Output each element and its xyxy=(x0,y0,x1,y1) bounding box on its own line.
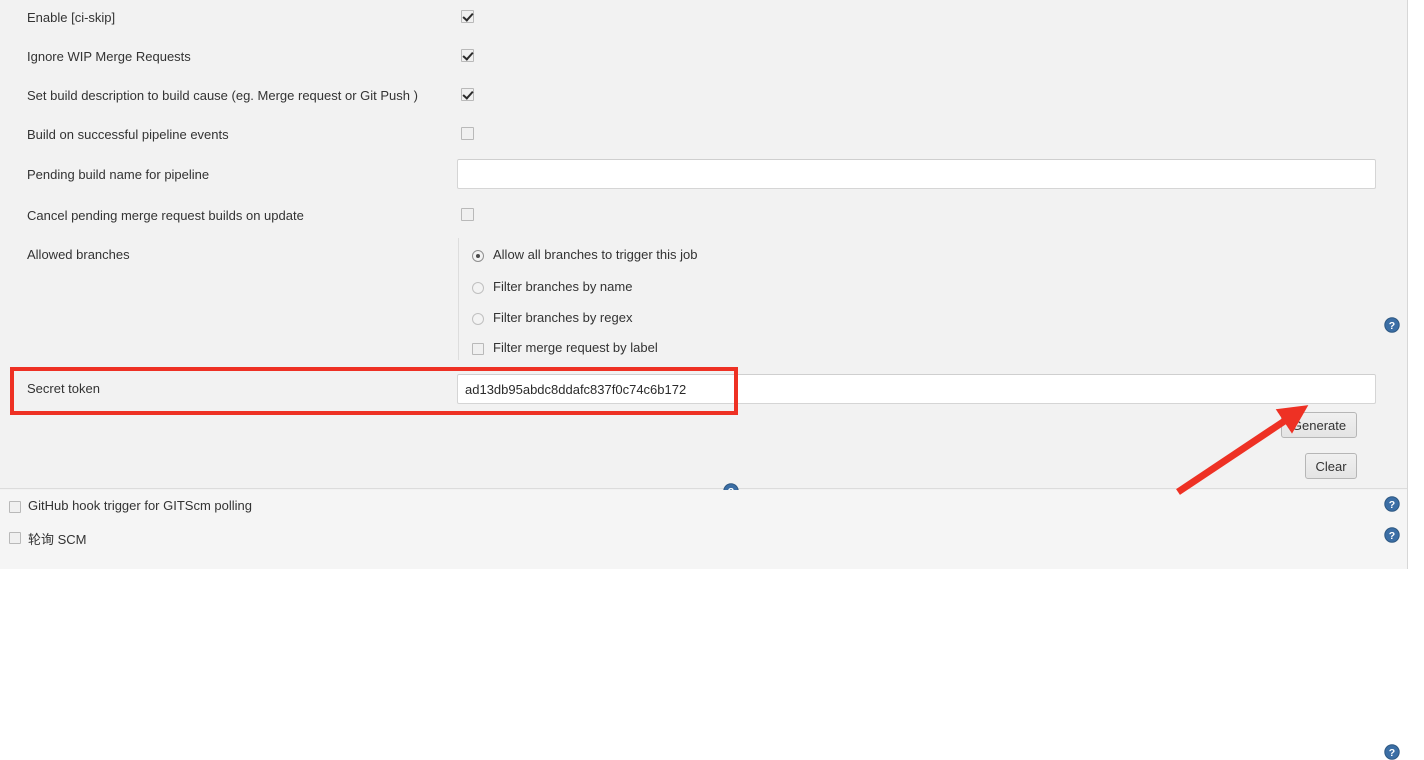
radio-button-icon-filter-regex[interactable] xyxy=(472,313,484,325)
checkbox-build-on-pipeline-events[interactable] xyxy=(461,127,474,140)
label-github-hook-trigger: GitHub hook trigger for GITScm polling xyxy=(28,498,252,513)
trigger-row-poll-scm: 轮询 SCM ? xyxy=(0,527,1407,560)
gitlab-trigger-section: Enable [ci-skip] Ignore WIP Merge Reques… xyxy=(0,0,1407,760)
checkbox-icon-filter-mr-label[interactable] xyxy=(472,343,484,355)
label-build-on-pipeline-events: Build on successful pipeline events xyxy=(27,127,229,142)
label-set-build-description: Set build description to build cause (eg… xyxy=(27,88,418,103)
checkbox-label-filter-mr-label: Filter merge request by label xyxy=(493,340,658,355)
checkbox-poll-scm[interactable] xyxy=(9,532,21,544)
radio-label-filter-regex: Filter branches by regex xyxy=(493,310,633,325)
help-icon-secret-token[interactable]: ? xyxy=(1384,744,1400,760)
radio-label-filter-name: Filter branches by name xyxy=(493,279,633,294)
help-icon-github-hook-trigger[interactable]: ? xyxy=(1384,496,1400,512)
pending-build-name-input[interactable] xyxy=(457,159,1376,189)
form-row-enable-ci-skip: Enable [ci-skip] xyxy=(0,0,1407,39)
checkbox-enable-ci-skip[interactable] xyxy=(461,10,474,23)
label-poll-scm: 轮询 SCM xyxy=(28,532,87,547)
clear-button[interactable]: Clear xyxy=(1305,453,1357,479)
radio-button-icon-allow-all[interactable] xyxy=(472,250,484,262)
label-pending-build-name: Pending build name for pipeline xyxy=(27,167,210,182)
form-row-cancel-pending-builds: Cancel pending merge request builds on u… xyxy=(0,197,1407,236)
jenkins-gitlab-trigger-config: Enable [ci-skip] Ignore WIP Merge Reques… xyxy=(0,0,1424,760)
radio-button-icon-filter-name[interactable] xyxy=(472,282,484,294)
radio-group-divider xyxy=(458,238,459,360)
label-allowed-branches: Allowed branches xyxy=(27,247,130,262)
trigger-row-github-hook: GitHub hook trigger for GITScm polling ? xyxy=(0,496,1407,529)
label-enable-ci-skip: Enable [ci-skip] xyxy=(27,10,116,25)
form-row-secret-token: Secret token ? xyxy=(0,369,1407,760)
label-ignore-wip: Ignore WIP Merge Requests xyxy=(27,49,191,64)
secret-token-input[interactable] xyxy=(457,374,1376,404)
label-cancel-pending-builds: Cancel pending merge request builds on u… xyxy=(27,208,304,223)
label-secret-token: Secret token xyxy=(27,381,100,396)
triggers-section: GitHub hook trigger for GITScm polling ?… xyxy=(0,490,1407,569)
radio-label-allow-all: Allow all branches to trigger this job xyxy=(493,247,698,262)
help-icon-poll-scm[interactable]: ? xyxy=(1384,527,1400,543)
checkbox-ignore-wip[interactable] xyxy=(461,49,474,62)
form-row-build-on-pipeline-events: Build on successful pipeline events xyxy=(0,117,1407,156)
form-row-allowed-branches: Allowed branches Allow all branches to t… xyxy=(0,236,1407,561)
checkbox-set-build-description[interactable] xyxy=(461,88,474,101)
svg-text:?: ? xyxy=(1389,499,1395,511)
svg-text:?: ? xyxy=(1389,747,1395,759)
right-gutter xyxy=(1407,0,1424,569)
checkbox-github-hook-trigger[interactable] xyxy=(9,501,21,513)
generate-button[interactable]: Generate xyxy=(1281,412,1357,438)
form-row-pending-build-name: Pending build name for pipeline ? xyxy=(0,156,1407,333)
form-row-ignore-wip: Ignore WIP Merge Requests xyxy=(0,39,1407,78)
form-row-set-build-description: Set build description to build cause (eg… xyxy=(0,78,1407,117)
svg-text:?: ? xyxy=(1389,530,1395,542)
checkbox-cancel-pending-builds[interactable] xyxy=(461,208,474,221)
